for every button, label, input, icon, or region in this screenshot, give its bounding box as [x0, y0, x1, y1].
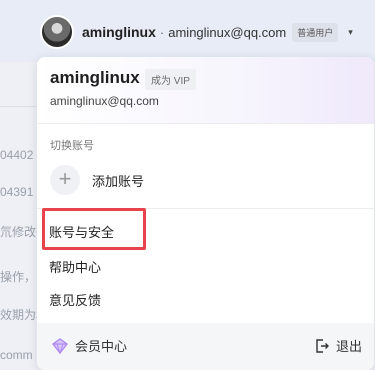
dropdown-footer: 会员中心 退出: [37, 323, 374, 370]
highlight-annotation: [42, 208, 146, 250]
background-text: 操作，: [0, 270, 37, 284]
switch-account-title: 切换账号: [50, 140, 94, 152]
user-menu-trigger[interactable]: aminglinux · aminglinux@qq.com 普通用户 ▾: [40, 14, 353, 50]
menu-item-help-center[interactable]: 帮助中心: [49, 257, 101, 276]
topbar-username: aminglinux: [82, 24, 156, 40]
avatar[interactable]: [40, 15, 74, 49]
screen: aminglinux · aminglinux@qq.com 普通用户 ▾ 04…: [0, 0, 375, 370]
vip-center-button[interactable]: 会员中心: [51, 336, 127, 355]
logout-button[interactable]: 退出: [314, 336, 362, 355]
become-vip-badge[interactable]: 成为 VIP: [145, 69, 196, 90]
menu-item-feedback[interactable]: 意见反馈: [49, 290, 101, 309]
background-text: 04402: [0, 148, 34, 162]
logout-icon: [316, 338, 329, 353]
dropdown-username: aminglinux: [50, 68, 140, 87]
background-divider: [0, 106, 40, 107]
add-account-button[interactable]: + 添加账号: [50, 163, 144, 197]
plus-icon: +: [50, 165, 80, 195]
topbar-email: aminglinux@qq.com: [168, 24, 287, 40]
user-dropdown: aminglinux 成为 VIP aminglinux@qq.com 切换账号…: [37, 57, 374, 370]
dropdown-email: aminglinux@qq.com: [50, 94, 159, 108]
add-account-label: 添加账号: [92, 173, 145, 189]
chevron-down-icon[interactable]: ▾: [348, 27, 353, 38]
top-bar: aminglinux · aminglinux@qq.com 普通用户 ▾: [0, 0, 375, 62]
vip-center-label: 会员中心: [75, 339, 128, 354]
dropdown-header: aminglinux 成为 VIP aminglinux@qq.com: [37, 57, 374, 123]
topbar-separator: ·: [159, 24, 165, 40]
divider: [37, 123, 374, 124]
background-text: comm: [0, 348, 33, 362]
user-level-badge: 普通用户: [292, 22, 339, 42]
background-text: 04391: [0, 185, 34, 199]
diamond-icon: [51, 337, 69, 355]
logout-label: 退出: [335, 339, 362, 354]
